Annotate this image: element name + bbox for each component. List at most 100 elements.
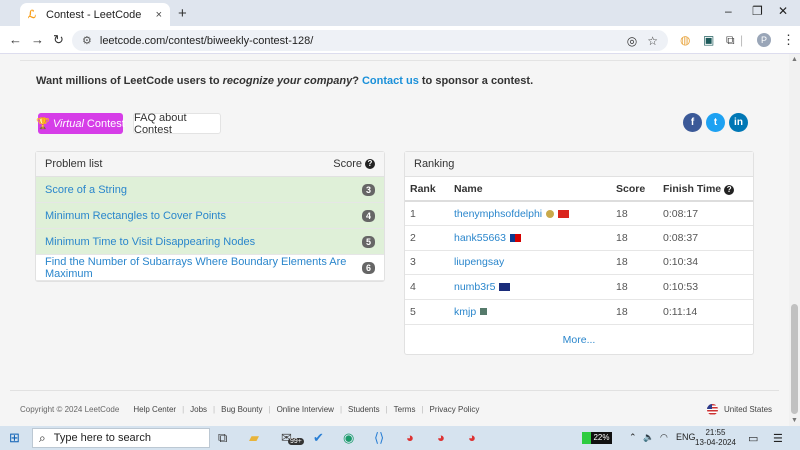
scrollbar-thumb[interactable] xyxy=(791,304,798,414)
footer-link[interactable]: Students xyxy=(348,405,380,414)
problem-row: Minimum Time to Visit Disappearing Nodes… xyxy=(36,229,384,255)
footer-links: Copyright © 2024 LeetCode | Help Center | J… xyxy=(20,405,479,414)
region-selector[interactable]: United States xyxy=(707,404,772,415)
chat-icon[interactable]: ▭ xyxy=(748,432,758,445)
more-link[interactable]: More... xyxy=(405,323,753,354)
user-name-cell[interactable]: liupengsay xyxy=(449,249,611,275)
finish-time-cell: 0:08:17 xyxy=(658,200,753,226)
problem-link[interactable]: Find the Number of Subarrays Where Bound… xyxy=(45,256,362,280)
facebook-icon[interactable]: f xyxy=(683,113,702,132)
ranking-row: 3 liupengsay 18 0:10:34 xyxy=(405,249,753,275)
ranking-panel: Ranking Rank Name Score Finish Time? 1 th… xyxy=(404,151,754,355)
sponsor-emphasis: recognize your company xyxy=(222,75,353,87)
ranking-body: 1 thenymphsofdelphi 18 0:08:17 2 hank55663 18 0… xyxy=(405,200,753,324)
extensions-puzzle-icon[interactable]: ⧉ xyxy=(726,33,735,48)
help-icon[interactable]: ? xyxy=(724,184,735,195)
url-text[interactable]: leetcode.com/contest/biweekly-contest-12… xyxy=(100,35,627,47)
task-view-icon[interactable]: ⧉ xyxy=(218,430,227,446)
site-info-icon[interactable]: ⚙ xyxy=(82,34,92,47)
minimize-button[interactable]: – xyxy=(725,4,732,18)
twitter-icon[interactable]: t xyxy=(706,113,725,132)
footer-link[interactable]: Jobs xyxy=(190,405,207,414)
user-name-cell[interactable]: thenymphsofdelphi xyxy=(449,200,611,226)
browser-tab-strip: ℒ Contest - LeetCode × + – ❐ ✕ xyxy=(0,0,800,26)
linkedin-icon[interactable]: in xyxy=(729,113,748,132)
help-icon[interactable]: ? xyxy=(365,159,375,169)
windows-start-icon[interactable]: ⊞ xyxy=(9,430,20,446)
battery-indicator[interactable]: 22% xyxy=(582,432,612,444)
file-explorer-icon[interactable]: ▰ xyxy=(249,430,259,446)
user-link[interactable]: thenymphsofdelphi xyxy=(454,208,542,220)
forward-icon[interactable]: → xyxy=(31,32,44,47)
ranking-row: 2 hank55663 18 0:08:37 xyxy=(405,225,753,250)
todo-check-icon[interactable]: ✔ xyxy=(313,430,324,446)
chrome-icon-2[interactable]: ◕ xyxy=(437,430,445,445)
user-link[interactable]: liupengsay xyxy=(454,256,504,268)
problem-score-badge: 3 xyxy=(362,183,375,196)
new-tab-button[interactable]: + xyxy=(178,5,187,22)
chrome-icon[interactable]: ◕ xyxy=(406,430,414,445)
chrome-icon-3[interactable]: ◕ xyxy=(468,430,476,445)
system-clock[interactable]: 21:55 13-04-2024 xyxy=(695,428,736,448)
close-window-button[interactable]: ✕ xyxy=(778,4,788,18)
copyright-text: Copyright © 2024 LeetCode xyxy=(20,405,120,414)
user-link[interactable]: numb3r5 xyxy=(454,281,495,293)
vscode-icon[interactable]: ⟨⟩ xyxy=(374,430,384,446)
user-name-cell[interactable]: kmjp xyxy=(449,298,611,324)
address-bar[interactable]: ⚙ leetcode.com/contest/biweekly-contest-… xyxy=(72,30,668,51)
problem-score-badge: 5 xyxy=(362,235,375,248)
edge-browser-icon[interactable]: ◉ xyxy=(343,430,354,446)
eye-off-icon[interactable]: ◎ xyxy=(627,34,637,48)
wifi-icon[interactable]: ◠ xyxy=(660,432,668,443)
score-cell: 18 xyxy=(611,249,658,275)
back-icon[interactable]: ← xyxy=(9,32,22,47)
footer-link[interactable]: Bug Bounty xyxy=(221,405,262,414)
bookmark-star-icon[interactable]: ☆ xyxy=(647,34,658,48)
problem-score-badge: 6 xyxy=(362,261,375,274)
page-scrollbar[interactable]: ▲ ▼ xyxy=(789,54,800,426)
footer-link[interactable]: Online Interview xyxy=(277,405,334,414)
speaker-icon[interactable]: 🔈 xyxy=(643,432,654,443)
ranking-row: 4 numb3r5 18 0:10:53 xyxy=(405,274,753,299)
virtual-label: Virtual xyxy=(52,117,84,130)
problem-link[interactable]: Minimum Time to Visit Disappearing Nodes xyxy=(45,236,362,248)
region-label: United States xyxy=(724,405,773,414)
footer-link[interactable]: Help Center xyxy=(133,405,176,414)
user-link[interactable]: kmjp xyxy=(454,306,476,318)
user-name-cell[interactable]: hank55663 xyxy=(449,225,611,250)
cube-flag-icon xyxy=(480,308,488,316)
notifications-icon[interactable]: ☰ xyxy=(773,432,783,445)
score-column-label: Score xyxy=(333,158,362,170)
footer-link[interactable]: Privacy Policy xyxy=(430,405,480,414)
reload-icon[interactable]: ↻ xyxy=(53,32,64,48)
extension-2-icon[interactable]: ▣ xyxy=(703,33,714,47)
footer-separator: | xyxy=(385,405,388,414)
score-cell: 18 xyxy=(611,274,658,299)
problem-score-badge: 4 xyxy=(362,209,375,222)
browser-menu-icon[interactable]: ⋮ xyxy=(782,32,795,48)
windows-taskbar: ⊞ ⌕ Type here to search ⧉ ▰ ✉ 99+ ✔ ◉ ⟨⟩… xyxy=(0,426,800,450)
browser-tab[interactable]: ℒ Contest - LeetCode × xyxy=(20,3,170,26)
tray-chevron-icon[interactable]: ⌃ xyxy=(629,432,637,443)
tab-close-icon[interactable]: × xyxy=(156,9,162,21)
user-link[interactable]: hank55663 xyxy=(454,232,506,244)
score-cell: 18 xyxy=(611,298,658,324)
problem-link[interactable]: Minimum Rectangles to Cover Points xyxy=(45,210,362,222)
restore-button[interactable]: ❐ xyxy=(752,4,763,18)
search-icon: ⌕ xyxy=(39,430,46,445)
rank-column-header: Rank xyxy=(405,177,449,202)
contact-us-link[interactable]: Contact us xyxy=(362,75,419,87)
virtual-contest-button[interactable]: 🏆 Virtual Contest xyxy=(36,113,125,134)
profile-avatar[interactable]: P xyxy=(757,33,771,47)
scroll-up-icon[interactable]: ▲ xyxy=(791,56,798,63)
problem-link[interactable]: Score of a String xyxy=(45,184,362,196)
ranking-header-row: Rank Name Score Finish Time? xyxy=(405,177,753,202)
extension-icon[interactable]: ◍ xyxy=(680,33,690,47)
faq-button[interactable]: FAQ about Contest xyxy=(133,112,221,136)
language-indicator[interactable]: ENG xyxy=(676,432,696,442)
scroll-down-icon[interactable]: ▼ xyxy=(791,417,798,424)
taskbar-search[interactable]: ⌕ Type here to search xyxy=(32,428,210,448)
footer-link[interactable]: Terms xyxy=(394,405,416,414)
user-name-cell[interactable]: numb3r5 xyxy=(449,274,611,299)
rank-cell: 3 xyxy=(405,249,449,275)
